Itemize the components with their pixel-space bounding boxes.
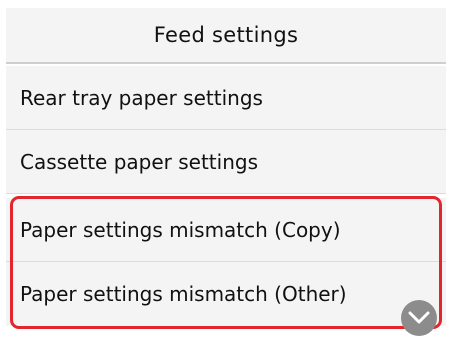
menu-item-label: Paper settings mismatch (Other) [20, 282, 347, 306]
menu-item-label: Paper settings mismatch (Copy) [20, 217, 341, 242]
menu-item-paper-settings-mismatch-copy[interactable]: Paper settings mismatch (Copy) [6, 198, 446, 262]
menu-item-rear-tray-paper-settings[interactable]: Rear tray paper settings [6, 66, 446, 130]
chevron-down-icon [408, 311, 430, 324]
header-bar: Feed settings [6, 8, 446, 64]
menu-item-label: Rear tray paper settings [20, 85, 263, 110]
printer-lcd-screen: Feed settings Rear tray paper settings C… [0, 0, 452, 338]
scroll-down-button[interactable] [401, 300, 437, 336]
menu-item-cassette-paper-settings[interactable]: Cassette paper settings [6, 130, 446, 194]
page-title: Feed settings [153, 23, 299, 47]
menu-item-paper-settings-mismatch-other[interactable]: Paper settings mismatch (Other) [6, 262, 446, 326]
menu-item-label: Cassette paper settings [20, 149, 258, 174]
